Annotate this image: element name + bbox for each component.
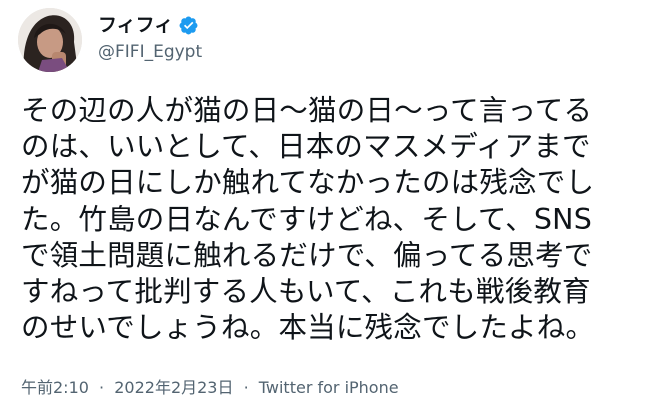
tweet-card: フィフィ @FIFI_Egypt その辺の人が猫の日〜猫の日〜って言ってる のは…	[0, 0, 662, 416]
tweet-text-line: た。竹島の日なんですけどね、そして、SNS	[21, 202, 592, 236]
verified-badge-icon	[178, 15, 199, 36]
tweet-text-line: その辺の人が猫の日〜猫の日〜って言ってる	[21, 94, 593, 127]
tweet-text-line: が猫の日にしか触れてなかったのは残念でし	[21, 166, 595, 200]
display-name[interactable]: フィフィ	[98, 12, 173, 38]
handle[interactable]: @FIFI_Egypt	[98, 39, 202, 65]
name-row: フィフィ	[98, 12, 202, 38]
meta-separator: ·	[243, 378, 249, 397]
author-block: フィフィ @FIFI_Egypt	[98, 12, 202, 65]
source-link[interactable]: Twitter for iPhone	[259, 378, 399, 397]
date-link[interactable]: 2022年2月23日	[114, 378, 233, 397]
tweet-text-line: のせいでしょうね。本当に残念でしたよね。	[21, 311, 595, 345]
tweet-text-line: すねって批判する人もいて、これも戦後教育	[21, 275, 591, 309]
meta-separator: ·	[99, 378, 105, 397]
tweet-text: その辺の人が猫の日〜猫の日〜って言ってる のは、いいとして、日本のマスメディアま…	[21, 93, 651, 346]
tweet-text-line: で領土問題に触れるだけで、偏ってる思考で	[21, 238, 593, 272]
avatar[interactable]	[18, 8, 82, 72]
tweet-text-line: のは、いいとして、日本のマスメディアまで	[21, 130, 591, 164]
timestamp-link[interactable]: 午前2:10	[21, 378, 89, 397]
tweet-meta: 午前2:10 · 2022年2月23日 · Twitter for iPhone	[21, 376, 399, 400]
